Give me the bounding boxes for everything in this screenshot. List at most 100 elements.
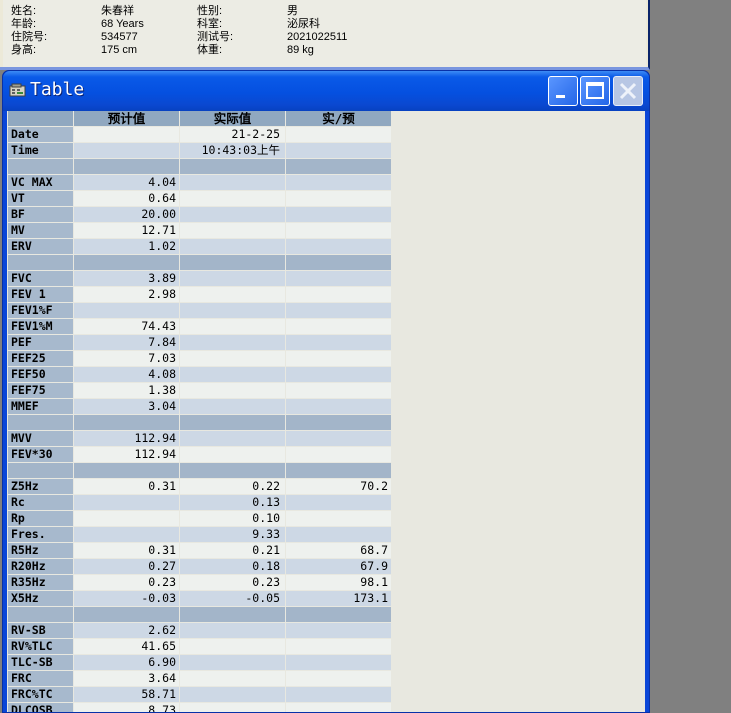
predicted-value[interactable]: 0.64 — [74, 191, 179, 206]
predicted-value[interactable] — [74, 303, 179, 318]
row-label[interactable]: R35Hz — [8, 575, 73, 590]
predicted-value[interactable]: 3.04 — [74, 399, 179, 414]
row-label[interactable]: Time — [8, 143, 73, 158]
actual-value[interactable] — [180, 703, 285, 712]
row-label[interactable]: BF — [8, 207, 73, 222]
actual-value[interactable]: 0.21 — [180, 543, 285, 558]
row-label[interactable]: TLC-SB — [8, 655, 73, 670]
ratio-value[interactable] — [286, 127, 391, 142]
row-label[interactable]: Date — [8, 127, 73, 142]
predicted-value[interactable]: 3.89 — [74, 271, 179, 286]
row-label[interactable] — [8, 463, 73, 478]
ratio-value[interactable] — [286, 207, 391, 222]
actual-value[interactable] — [180, 223, 285, 238]
actual-value[interactable] — [180, 415, 285, 430]
row-label[interactable]: FEV1%M — [8, 319, 73, 334]
predicted-value[interactable]: 20.00 — [74, 207, 179, 222]
row-label[interactable]: X5Hz — [8, 591, 73, 606]
ratio-value[interactable] — [286, 495, 391, 510]
actual-value[interactable]: 0.23 — [180, 575, 285, 590]
ratio-value[interactable] — [286, 335, 391, 350]
ratio-value[interactable] — [286, 159, 391, 174]
table-row[interactable]: R35Hz 0.23 0.23 98.1 — [8, 575, 393, 591]
window-titlebar[interactable]: Table — [3, 71, 649, 111]
predicted-value[interactable]: 12.71 — [74, 223, 179, 238]
predicted-value[interactable]: 0.31 — [74, 543, 179, 558]
predicted-value[interactable]: 112.94 — [74, 431, 179, 446]
predicted-value[interactable]: 7.03 — [74, 351, 179, 366]
row-label[interactable]: FEF50 — [8, 367, 73, 382]
ratio-value[interactable]: 70.2 — [286, 479, 391, 494]
actual-value[interactable] — [180, 255, 285, 270]
actual-value[interactable] — [180, 655, 285, 670]
predicted-value[interactable] — [74, 495, 179, 510]
ratio-value[interactable] — [286, 687, 391, 702]
row-label[interactable]: FVC — [8, 271, 73, 286]
table-row[interactable]: RV-SB 2.62 — [8, 623, 393, 639]
table-row[interactable]: R20Hz 0.27 0.18 67.9 — [8, 559, 393, 575]
ratio-value[interactable] — [286, 223, 391, 238]
actual-value[interactable] — [180, 239, 285, 254]
predicted-value[interactable]: 0.27 — [74, 559, 179, 574]
table-row[interactable]: Date 21-2-25 — [8, 127, 393, 143]
actual-value[interactable] — [180, 319, 285, 334]
row-label[interactable]: FEV*30 — [8, 447, 73, 462]
row-label[interactable]: FRC%TC — [8, 687, 73, 702]
actual-value[interactable] — [180, 607, 285, 622]
actual-value[interactable] — [180, 431, 285, 446]
row-label[interactable]: R5Hz — [8, 543, 73, 558]
row-label[interactable] — [8, 607, 73, 622]
actual-value[interactable] — [180, 287, 285, 302]
table-row[interactable]: Time 10:43:03上午 — [8, 143, 393, 159]
predicted-value[interactable] — [74, 127, 179, 142]
actual-value[interactable] — [180, 639, 285, 654]
row-label[interactable]: FEV 1 — [8, 287, 73, 302]
table-row[interactable]: PEF 7.84 — [8, 335, 393, 351]
separator-row[interactable] — [8, 607, 393, 623]
ratio-value[interactable] — [286, 287, 391, 302]
actual-value[interactable] — [180, 271, 285, 286]
ratio-value[interactable]: 173.1 — [286, 591, 391, 606]
ratio-value[interactable] — [286, 623, 391, 638]
actual-value[interactable] — [180, 399, 285, 414]
table-row[interactable]: Fres. 9.33 — [8, 527, 393, 543]
predicted-value[interactable]: 0.31 — [74, 479, 179, 494]
predicted-value[interactable]: 7.84 — [74, 335, 179, 350]
predicted-value[interactable]: -0.03 — [74, 591, 179, 606]
predicted-value[interactable] — [74, 527, 179, 542]
table-row[interactable]: BF 20.00 — [8, 207, 393, 223]
predicted-value[interactable]: 4.04 — [74, 175, 179, 190]
ratio-value[interactable] — [286, 191, 391, 206]
predicted-value[interactable]: 8.73 — [74, 703, 179, 712]
row-label[interactable]: VT — [8, 191, 73, 206]
table-row[interactable]: FVC 3.89 — [8, 271, 393, 287]
ratio-value[interactable] — [286, 415, 391, 430]
table-row[interactable]: R5Hz 0.31 0.21 68.7 — [8, 543, 393, 559]
actual-value[interactable] — [180, 447, 285, 462]
separator-row[interactable] — [8, 159, 393, 175]
predicted-value[interactable] — [74, 607, 179, 622]
predicted-value[interactable]: 1.38 — [74, 383, 179, 398]
table-row[interactable]: MVV 112.94 — [8, 431, 393, 447]
row-label[interactable]: FEF25 — [8, 351, 73, 366]
ratio-value[interactable] — [286, 351, 391, 366]
predicted-value[interactable]: 41.65 — [74, 639, 179, 654]
ratio-value[interactable] — [286, 463, 391, 478]
actual-value[interactable]: 21-2-25 — [180, 127, 285, 142]
row-label[interactable]: MVV — [8, 431, 73, 446]
actual-value[interactable]: 0.22 — [180, 479, 285, 494]
actual-value[interactable]: 10:43:03上午 — [180, 143, 285, 158]
row-label[interactable]: Rp — [8, 511, 73, 526]
ratio-value[interactable] — [286, 255, 391, 270]
row-label[interactable]: MV — [8, 223, 73, 238]
row-label[interactable]: Z5Hz — [8, 479, 73, 494]
actual-value[interactable] — [180, 159, 285, 174]
row-label[interactable]: R20Hz — [8, 559, 73, 574]
ratio-value[interactable] — [286, 399, 391, 414]
actual-value[interactable] — [180, 623, 285, 638]
ratio-value[interactable] — [286, 143, 391, 158]
table-row[interactable]: MV 12.71 — [8, 223, 393, 239]
table-row[interactable]: VT 0.64 — [8, 191, 393, 207]
predicted-value[interactable]: 112.94 — [74, 447, 179, 462]
actual-value[interactable] — [180, 335, 285, 350]
